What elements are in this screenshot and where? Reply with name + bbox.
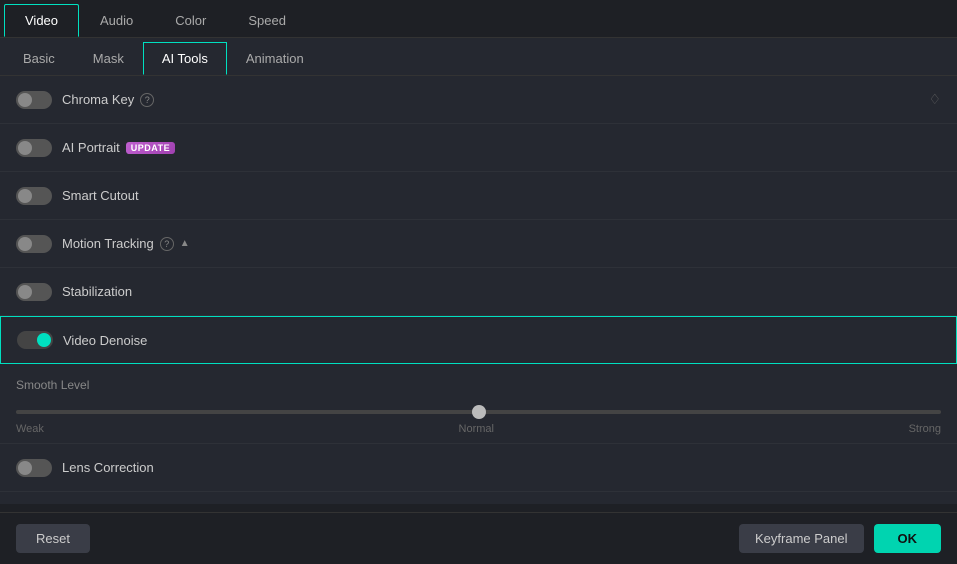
- reset-button[interactable]: Reset: [16, 524, 90, 553]
- tab-video[interactable]: Video: [4, 4, 79, 37]
- smooth-level-slider[interactable]: [16, 410, 941, 414]
- lens-correction-label: Lens Correction: [62, 460, 154, 475]
- toggle-motion-tracking[interactable]: [16, 235, 52, 253]
- ai-portrait-badge: UPDATE: [126, 142, 175, 154]
- tab-mask[interactable]: Mask: [74, 42, 143, 75]
- motion-tracking-label: Motion Tracking: [62, 236, 154, 251]
- slider-label-normal: Normal: [459, 423, 494, 435]
- chroma-key-label: Chroma Key: [62, 92, 134, 107]
- tab-color[interactable]: Color: [154, 4, 227, 37]
- setting-row-chroma-key: Chroma Key ? ♢: [0, 76, 957, 124]
- setting-row-video-denoise: Video Denoise: [0, 316, 957, 364]
- ok-button[interactable]: OK: [874, 524, 942, 553]
- tab-basic[interactable]: Basic: [4, 42, 74, 75]
- chroma-key-help-icon[interactable]: ?: [140, 93, 154, 107]
- sub-tab-bar: Basic Mask AI Tools Animation: [0, 38, 957, 76]
- setting-row-stabilization: Stabilization: [0, 268, 957, 316]
- smooth-level-section: Smooth Level Weak Normal Strong: [0, 364, 957, 444]
- slider-label-weak: Weak: [16, 423, 44, 435]
- video-denoise-label: Video Denoise: [63, 333, 147, 348]
- toggle-stabilization[interactable]: [16, 283, 52, 301]
- tab-ai-tools[interactable]: AI Tools: [143, 42, 227, 75]
- bottom-right-actions: Keyframe Panel OK: [739, 524, 941, 553]
- keyframe-panel-button[interactable]: Keyframe Panel: [739, 524, 864, 553]
- toggle-lens-correction[interactable]: [16, 459, 52, 477]
- tab-speed[interactable]: Speed: [227, 4, 307, 37]
- main-content: Chroma Key ? ♢ AI Portrait UPDATE Smart …: [0, 76, 957, 504]
- toggle-chroma-key[interactable]: [16, 91, 52, 109]
- motion-tracking-help-icon[interactable]: ?: [160, 237, 174, 251]
- setting-row-lens-correction: Lens Correction: [0, 444, 957, 492]
- toggle-video-denoise[interactable]: [17, 331, 53, 349]
- slider-labels: Weak Normal Strong: [16, 423, 941, 435]
- tab-audio[interactable]: Audio: [79, 4, 154, 37]
- smart-cutout-label: Smart Cutout: [62, 188, 139, 203]
- slider-label-strong: Strong: [909, 423, 941, 435]
- ai-portrait-label: AI Portrait: [62, 140, 120, 155]
- top-tab-bar: Video Audio Color Speed: [0, 0, 957, 38]
- setting-row-ai-portrait: AI Portrait UPDATE: [0, 124, 957, 172]
- toggle-smart-cutout[interactable]: [16, 187, 52, 205]
- setting-row-motion-tracking: Motion Tracking ? ▲: [0, 220, 957, 268]
- tab-animation[interactable]: Animation: [227, 42, 323, 75]
- stabilization-label: Stabilization: [62, 284, 132, 299]
- motion-tracking-chevron-icon[interactable]: ▲: [180, 238, 190, 249]
- bottom-bar: Reset Keyframe Panel OK: [0, 512, 957, 564]
- chroma-key-diamond-icon: ♢: [928, 91, 941, 108]
- smooth-level-label: Smooth Level: [16, 378, 941, 392]
- setting-row-smart-cutout: Smart Cutout: [0, 172, 957, 220]
- toggle-ai-portrait[interactable]: [16, 139, 52, 157]
